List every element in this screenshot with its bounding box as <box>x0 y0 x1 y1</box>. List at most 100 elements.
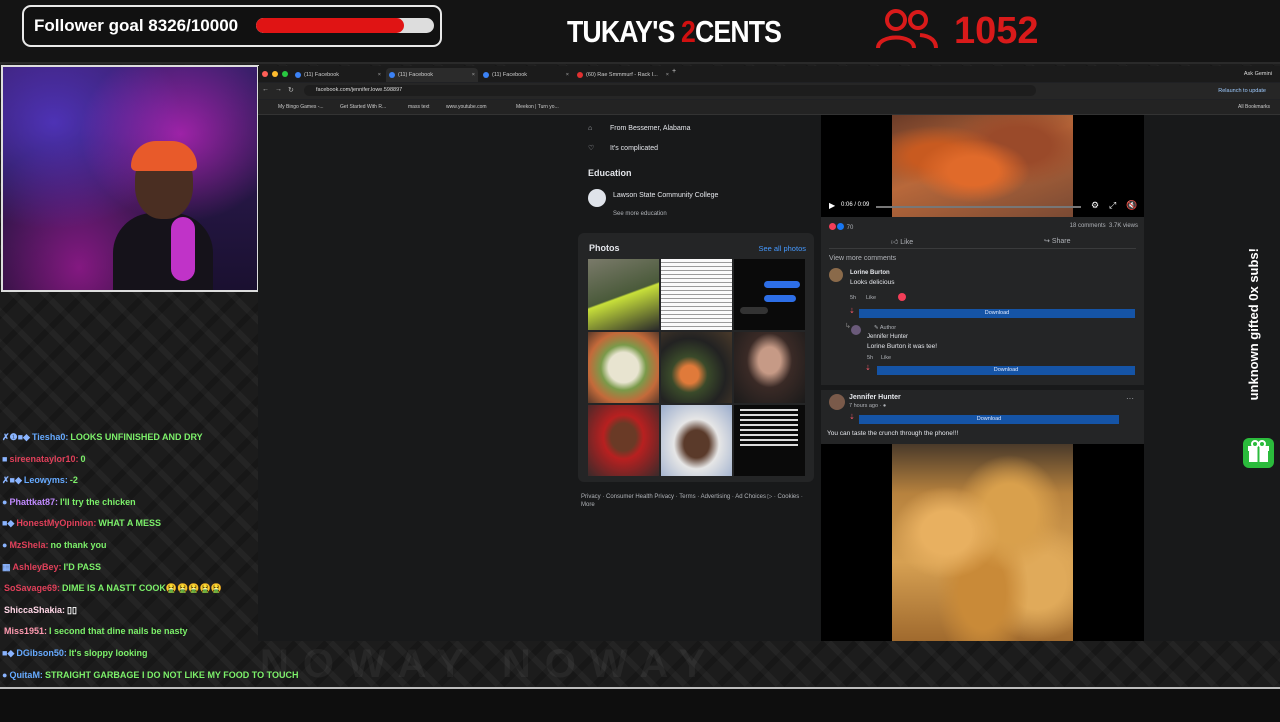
poster-avatar[interactable] <box>829 394 845 410</box>
chat-badge-icons: ● <box>2 539 8 550</box>
close-tab-icon[interactable]: × <box>666 68 669 82</box>
reply-like-link[interactable]: Like <box>881 355 891 361</box>
relaunch-to-update-button[interactable]: Relaunch to update <box>1218 85 1266 97</box>
close-tab-icon[interactable]: × <box>378 68 381 82</box>
photo-thumbnail[interactable] <box>661 405 732 476</box>
footer-links[interactable]: Privacy · Consumer Health Privacy · Term… <box>581 493 811 509</box>
chat-text: -2 <box>69 475 78 486</box>
photo-thumbnail[interactable] <box>588 405 659 476</box>
chat-message: ✗❶■◆ Tiesha0: LOOKS UNFINISHED AND DRY <box>2 430 257 452</box>
close-window-icon[interactable] <box>262 71 268 77</box>
video-player[interactable]: ▶ 0:06 / 0:09 ⚙ ⤢ 🔇 <box>821 115 1144 217</box>
browser-window: (11) Facebook × (11) Facebook × (11) Faceb… <box>258 66 1280 641</box>
chat-username[interactable]: sireenataylor10: <box>9 454 78 464</box>
browser-tab[interactable]: (11) Facebook × <box>480 68 572 82</box>
chat-text: I'D PASS <box>63 561 102 572</box>
photo-thumbnail[interactable] <box>661 332 732 403</box>
bookmark-item[interactable]: mass text <box>408 102 429 112</box>
chat-username[interactable]: ShiccaShakia: <box>4 605 65 615</box>
view-more-comments-link[interactable]: View more comments <box>829 255 896 262</box>
browser-tab-active[interactable]: (11) Facebook × <box>386 68 478 82</box>
browser-tab[interactable]: (11) Facebook × <box>292 68 384 82</box>
see-all-photos-link[interactable]: See all photos <box>758 244 806 253</box>
post-options-icon[interactable]: ··· <box>1126 394 1134 403</box>
post-author[interactable]: Jennifer Hunter <box>849 394 901 401</box>
forward-icon[interactable]: → <box>275 86 282 93</box>
close-tab-icon[interactable]: × <box>566 68 569 82</box>
background-watermark: NOWAY NOWAY <box>260 642 720 686</box>
download-bar[interactable]: Download <box>859 309 1135 318</box>
photo-thumbnail[interactable] <box>588 259 659 330</box>
reply-author[interactable]: Jennifer Hunter <box>867 334 908 340</box>
share-icon: ↪ <box>1044 238 1050 245</box>
share-button[interactable]: ↪ Share <box>1044 237 1071 245</box>
fullscreen-icon[interactable]: ⤢ <box>1109 200 1116 211</box>
photo-thumbnail[interactable] <box>588 332 659 403</box>
chat-text: It's sloppy looking <box>68 647 148 658</box>
maximize-window-icon[interactable] <box>282 71 288 77</box>
photo-thumbnail[interactable] <box>734 332 805 403</box>
bookmark-item[interactable]: Get Started With R... <box>340 102 386 112</box>
chat-username[interactable]: Leowyms: <box>24 475 68 485</box>
post-video[interactable] <box>821 444 1144 641</box>
chat-badge-icons: ■◆ <box>2 647 15 658</box>
reply-avatar[interactable] <box>851 325 861 335</box>
follower-goal-progress-fill <box>256 18 405 33</box>
photo-thumbnail[interactable] <box>734 405 805 476</box>
play-icon[interactable]: ▶ <box>829 201 835 210</box>
see-more-education-link[interactable]: See more education <box>613 211 667 217</box>
reply-time: 5h <box>867 355 874 361</box>
download-arrow-icon[interactable]: ⇣ <box>849 307 855 315</box>
facebook-icon <box>295 72 301 78</box>
chat-badge-icons: ● <box>2 669 8 680</box>
chat-username[interactable]: SoSavage69: <box>4 583 60 593</box>
photo-thumbnail[interactable] <box>661 259 732 330</box>
school-name[interactable]: Lawson State Community College <box>613 192 718 199</box>
chat-badge-icons: ▦ <box>2 561 11 572</box>
post-text: You can taste the crunch through the pho… <box>827 430 959 437</box>
love-reaction-icon <box>829 223 836 230</box>
new-tab-icon[interactable]: + <box>672 68 676 75</box>
photo-thumbnail[interactable] <box>734 259 805 330</box>
chat-username[interactable]: Tiesha0: <box>32 432 68 442</box>
bookmark-item[interactable]: www.youtube.com <box>446 102 487 112</box>
chat-username[interactable]: Phattkat87: <box>9 497 58 507</box>
chat-username[interactable]: Miss1951: <box>4 626 47 636</box>
comment-author[interactable]: Lorine Burton <box>850 270 890 276</box>
chat-username[interactable]: MzShela: <box>9 540 48 550</box>
facebook-icon <box>483 72 489 78</box>
settings-icon[interactable]: ⚙ <box>1091 200 1099 211</box>
commenter-avatar[interactable] <box>829 268 843 282</box>
reply-text: Lorine Burton it was tee! <box>867 343 938 350</box>
close-tab-icon[interactable]: × <box>472 68 475 82</box>
download-bar[interactable]: Download <box>877 366 1135 375</box>
chat-text: 0 <box>80 453 86 464</box>
video-progress-track[interactable] <box>876 206 1081 208</box>
chat-text: DIME IS A NASTT COOK🤮🤮🤮🤮🤮 <box>62 583 222 594</box>
url-field[interactable]: facebook.com/jennifer.lowe.598897 <box>304 85 1036 96</box>
comment-like-link[interactable]: Like <box>866 295 876 301</box>
back-icon[interactable]: ← <box>262 86 269 93</box>
video-controls: ▶ 0:06 / 0:09 ⚙ ⤢ 🔇 <box>821 199 1144 215</box>
reaction-summary[interactable]: 70 <box>829 223 853 231</box>
browser-tab[interactable]: (60) Rae Smmmurf - Rack I... × <box>574 68 672 82</box>
bookmark-item[interactable]: Meekon | Turn yo... <box>516 102 559 112</box>
chat-message: ✗■◆ Leowyms: -2 <box>2 473 257 495</box>
like-reaction-icon <box>837 223 844 230</box>
reload-icon[interactable]: ↻ <box>288 86 294 94</box>
ask-gemini-button[interactable]: Ask Gemini <box>1244 68 1272 80</box>
chat-username[interactable]: HonestMyOpinion: <box>16 518 96 528</box>
download-arrow-icon[interactable]: ⇣ <box>865 364 871 372</box>
all-bookmarks-button[interactable]: All Bookmarks <box>1238 102 1270 112</box>
chat-username[interactable]: AshleyBey: <box>13 562 62 572</box>
post-time[interactable]: 7 hours ago · ● <box>849 403 886 409</box>
like-button[interactable]: 👍︎ Like <box>891 237 913 246</box>
mute-icon[interactable]: 🔇 <box>1126 200 1137 211</box>
download-bar[interactable]: Download <box>859 415 1119 424</box>
download-arrow-icon[interactable]: ⇣ <box>849 413 855 421</box>
chat-username[interactable]: QuitaM: <box>9 670 43 680</box>
minimize-window-icon[interactable] <box>272 71 278 77</box>
chat-username[interactable]: DGibson50: <box>16 648 67 658</box>
reply-thread-icon: ↳ <box>845 323 851 330</box>
bookmark-item[interactable]: My Bingo Games -... <box>278 102 324 112</box>
